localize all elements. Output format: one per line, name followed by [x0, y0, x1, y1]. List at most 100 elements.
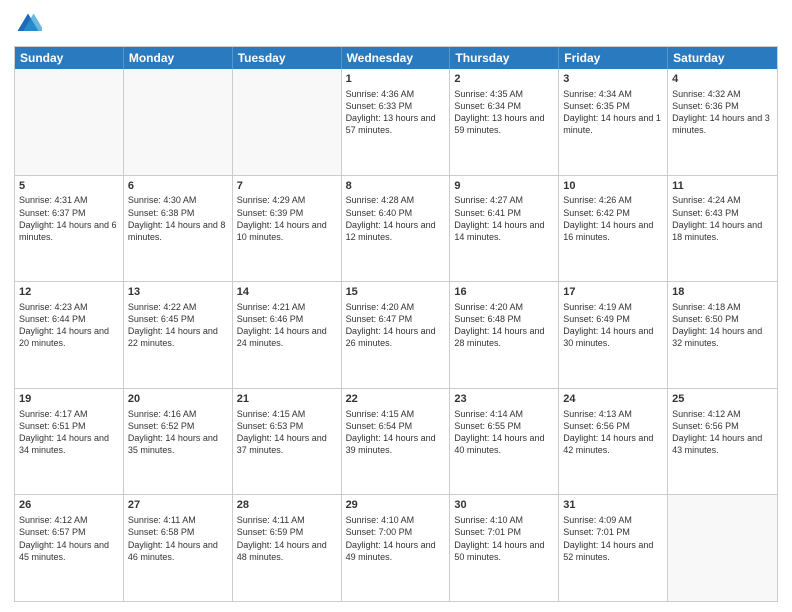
day-cell-2: 2Sunrise: 4:35 AM Sunset: 6:34 PM Daylig… — [450, 69, 559, 175]
day-cell-20: 20Sunrise: 4:16 AM Sunset: 6:52 PM Dayli… — [124, 389, 233, 495]
day-info: Sunrise: 4:18 AM Sunset: 6:50 PM Dayligh… — [672, 301, 773, 350]
day-info: Sunrise: 4:28 AM Sunset: 6:40 PM Dayligh… — [346, 194, 446, 243]
weekday-header-monday: Monday — [124, 47, 233, 69]
day-number: 18 — [672, 285, 773, 300]
day-cell-25: 25Sunrise: 4:12 AM Sunset: 6:56 PM Dayli… — [668, 389, 777, 495]
calendar-row-0: 1Sunrise: 4:36 AM Sunset: 6:33 PM Daylig… — [15, 69, 777, 175]
calendar-row-2: 12Sunrise: 4:23 AM Sunset: 6:44 PM Dayli… — [15, 281, 777, 388]
day-number: 12 — [19, 285, 119, 300]
day-info: Sunrise: 4:30 AM Sunset: 6:38 PM Dayligh… — [128, 194, 228, 243]
day-number: 3 — [563, 72, 663, 87]
day-cell-12: 12Sunrise: 4:23 AM Sunset: 6:44 PM Dayli… — [15, 282, 124, 388]
calendar-row-1: 5Sunrise: 4:31 AM Sunset: 6:37 PM Daylig… — [15, 175, 777, 282]
day-info: Sunrise: 4:24 AM Sunset: 6:43 PM Dayligh… — [672, 194, 773, 243]
day-number: 17 — [563, 285, 663, 300]
weekday-header-sunday: Sunday — [15, 47, 124, 69]
day-number: 30 — [454, 498, 554, 513]
day-number: 29 — [346, 498, 446, 513]
day-number: 24 — [563, 392, 663, 407]
day-cell-14: 14Sunrise: 4:21 AM Sunset: 6:46 PM Dayli… — [233, 282, 342, 388]
day-cell-3: 3Sunrise: 4:34 AM Sunset: 6:35 PM Daylig… — [559, 69, 668, 175]
day-number: 26 — [19, 498, 119, 513]
day-info: Sunrise: 4:31 AM Sunset: 6:37 PM Dayligh… — [19, 194, 119, 243]
day-info: Sunrise: 4:27 AM Sunset: 6:41 PM Dayligh… — [454, 194, 554, 243]
day-cell-4: 4Sunrise: 4:32 AM Sunset: 6:36 PM Daylig… — [668, 69, 777, 175]
day-number: 16 — [454, 285, 554, 300]
day-info: Sunrise: 4:15 AM Sunset: 6:53 PM Dayligh… — [237, 408, 337, 457]
day-info: Sunrise: 4:17 AM Sunset: 6:51 PM Dayligh… — [19, 408, 119, 457]
day-info: Sunrise: 4:16 AM Sunset: 6:52 PM Dayligh… — [128, 408, 228, 457]
day-info: Sunrise: 4:32 AM Sunset: 6:36 PM Dayligh… — [672, 88, 773, 137]
day-number: 6 — [128, 179, 228, 194]
logo — [14, 10, 46, 38]
day-number: 8 — [346, 179, 446, 194]
day-number: 21 — [237, 392, 337, 407]
calendar-row-3: 19Sunrise: 4:17 AM Sunset: 6:51 PM Dayli… — [15, 388, 777, 495]
day-cell-27: 27Sunrise: 4:11 AM Sunset: 6:58 PM Dayli… — [124, 495, 233, 601]
day-cell-17: 17Sunrise: 4:19 AM Sunset: 6:49 PM Dayli… — [559, 282, 668, 388]
header — [14, 10, 778, 38]
calendar: SundayMondayTuesdayWednesdayThursdayFrid… — [14, 46, 778, 602]
day-number: 7 — [237, 179, 337, 194]
day-info: Sunrise: 4:23 AM Sunset: 6:44 PM Dayligh… — [19, 301, 119, 350]
day-number: 5 — [19, 179, 119, 194]
day-info: Sunrise: 4:29 AM Sunset: 6:39 PM Dayligh… — [237, 194, 337, 243]
calendar-body: 1Sunrise: 4:36 AM Sunset: 6:33 PM Daylig… — [15, 69, 777, 601]
day-cell-28: 28Sunrise: 4:11 AM Sunset: 6:59 PM Dayli… — [233, 495, 342, 601]
day-cell-16: 16Sunrise: 4:20 AM Sunset: 6:48 PM Dayli… — [450, 282, 559, 388]
page: SundayMondayTuesdayWednesdayThursdayFrid… — [0, 0, 792, 612]
empty-cell-4-6 — [668, 495, 777, 601]
weekday-header-friday: Friday — [559, 47, 668, 69]
day-cell-23: 23Sunrise: 4:14 AM Sunset: 6:55 PM Dayli… — [450, 389, 559, 495]
weekday-header-tuesday: Tuesday — [233, 47, 342, 69]
day-info: Sunrise: 4:20 AM Sunset: 6:48 PM Dayligh… — [454, 301, 554, 350]
day-number: 19 — [19, 392, 119, 407]
day-cell-8: 8Sunrise: 4:28 AM Sunset: 6:40 PM Daylig… — [342, 176, 451, 282]
calendar-row-4: 26Sunrise: 4:12 AM Sunset: 6:57 PM Dayli… — [15, 494, 777, 601]
day-cell-5: 5Sunrise: 4:31 AM Sunset: 6:37 PM Daylig… — [15, 176, 124, 282]
day-number: 23 — [454, 392, 554, 407]
day-cell-10: 10Sunrise: 4:26 AM Sunset: 6:42 PM Dayli… — [559, 176, 668, 282]
day-number: 22 — [346, 392, 446, 407]
day-number: 25 — [672, 392, 773, 407]
day-cell-11: 11Sunrise: 4:24 AM Sunset: 6:43 PM Dayli… — [668, 176, 777, 282]
calendar-header: SundayMondayTuesdayWednesdayThursdayFrid… — [15, 47, 777, 69]
day-info: Sunrise: 4:13 AM Sunset: 6:56 PM Dayligh… — [563, 408, 663, 457]
day-cell-30: 30Sunrise: 4:10 AM Sunset: 7:01 PM Dayli… — [450, 495, 559, 601]
day-info: Sunrise: 4:09 AM Sunset: 7:01 PM Dayligh… — [563, 514, 663, 563]
day-number: 4 — [672, 72, 773, 87]
day-number: 13 — [128, 285, 228, 300]
empty-cell-0-1 — [124, 69, 233, 175]
day-info: Sunrise: 4:11 AM Sunset: 6:59 PM Dayligh… — [237, 514, 337, 563]
day-number: 11 — [672, 179, 773, 194]
day-info: Sunrise: 4:34 AM Sunset: 6:35 PM Dayligh… — [563, 88, 663, 137]
day-info: Sunrise: 4:36 AM Sunset: 6:33 PM Dayligh… — [346, 88, 446, 137]
weekday-header-wednesday: Wednesday — [342, 47, 451, 69]
day-number: 27 — [128, 498, 228, 513]
day-cell-26: 26Sunrise: 4:12 AM Sunset: 6:57 PM Dayli… — [15, 495, 124, 601]
day-info: Sunrise: 4:12 AM Sunset: 6:56 PM Dayligh… — [672, 408, 773, 457]
day-number: 20 — [128, 392, 228, 407]
day-info: Sunrise: 4:15 AM Sunset: 6:54 PM Dayligh… — [346, 408, 446, 457]
day-cell-31: 31Sunrise: 4:09 AM Sunset: 7:01 PM Dayli… — [559, 495, 668, 601]
day-cell-24: 24Sunrise: 4:13 AM Sunset: 6:56 PM Dayli… — [559, 389, 668, 495]
day-number: 14 — [237, 285, 337, 300]
day-info: Sunrise: 4:20 AM Sunset: 6:47 PM Dayligh… — [346, 301, 446, 350]
day-number: 28 — [237, 498, 337, 513]
day-info: Sunrise: 4:21 AM Sunset: 6:46 PM Dayligh… — [237, 301, 337, 350]
day-number: 2 — [454, 72, 554, 87]
day-cell-29: 29Sunrise: 4:10 AM Sunset: 7:00 PM Dayli… — [342, 495, 451, 601]
day-cell-19: 19Sunrise: 4:17 AM Sunset: 6:51 PM Dayli… — [15, 389, 124, 495]
day-number: 31 — [563, 498, 663, 513]
day-cell-21: 21Sunrise: 4:15 AM Sunset: 6:53 PM Dayli… — [233, 389, 342, 495]
weekday-header-saturday: Saturday — [668, 47, 777, 69]
day-cell-7: 7Sunrise: 4:29 AM Sunset: 6:39 PM Daylig… — [233, 176, 342, 282]
day-number: 10 — [563, 179, 663, 194]
day-info: Sunrise: 4:26 AM Sunset: 6:42 PM Dayligh… — [563, 194, 663, 243]
logo-icon — [14, 10, 42, 38]
day-cell-9: 9Sunrise: 4:27 AM Sunset: 6:41 PM Daylig… — [450, 176, 559, 282]
day-info: Sunrise: 4:22 AM Sunset: 6:45 PM Dayligh… — [128, 301, 228, 350]
day-number: 1 — [346, 72, 446, 87]
day-info: Sunrise: 4:14 AM Sunset: 6:55 PM Dayligh… — [454, 408, 554, 457]
day-cell-18: 18Sunrise: 4:18 AM Sunset: 6:50 PM Dayli… — [668, 282, 777, 388]
